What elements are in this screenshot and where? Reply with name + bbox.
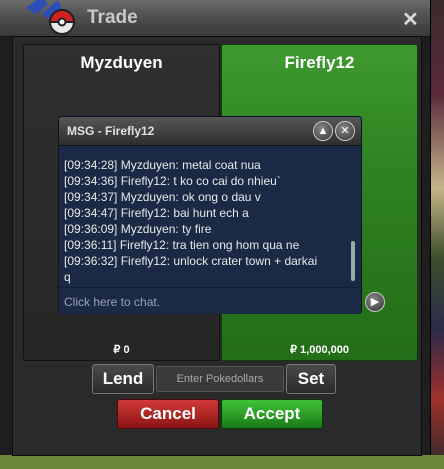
chat-line: [09:36:32] Firefly12: unlock crater town…: [64, 254, 318, 268]
chat-line: [09:34:37] Myzduyen: ok ong o dau v: [64, 190, 261, 204]
money-left: ₽ 0: [113, 344, 130, 356]
window-title: Trade: [87, 7, 138, 28]
game-background-bottom: [0, 455, 444, 469]
accept-button[interactable]: Accept: [221, 399, 323, 429]
chat-line: q: [64, 270, 71, 284]
chat-header[interactable]: MSG - Firefly12 ▲ ✕: [59, 117, 361, 146]
player-name-right: Firefly12: [284, 53, 355, 72]
game-background-right: [430, 0, 444, 469]
close-icon[interactable]: ✕: [402, 7, 419, 32]
chat-window: MSG - Firefly12 ▲ ✕ [09:34:28] Myzduyen:…: [58, 116, 385, 314]
player-name-left: Myzduyen: [80, 53, 163, 72]
chat-line: [09:34:28] Myzduyen: metal coat nua: [64, 158, 261, 172]
chat-line: [09:36:11] Firefly12: tra tien ong hom q…: [64, 238, 300, 252]
chat-line: [09:34:36] Firefly12: t ko co cai do nhi…: [64, 174, 281, 188]
chat-line: [09:36:09] Myzduyen: ty fire: [64, 222, 212, 236]
title-bar[interactable]: Trade ✕: [0, 0, 430, 37]
lend-button[interactable]: Lend: [92, 364, 154, 394]
arrow-right-icon[interactable]: ▶: [365, 292, 385, 312]
close-icon[interactable]: ✕: [335, 121, 355, 141]
chat-input-placeholder: Click here to chat.: [64, 295, 161, 309]
chat-line: [09:34:47] Firefly12: bai hunt ech a: [64, 206, 249, 220]
money-right: ₽ 1,000,000: [290, 344, 349, 356]
chevron-up-icon[interactable]: ▲: [313, 121, 333, 141]
cancel-button[interactable]: Cancel: [117, 399, 219, 429]
pokedollars-input[interactable]: Enter Pokedollars: [156, 366, 284, 392]
set-button[interactable]: Set: [286, 364, 336, 394]
chat-scrollbar[interactable]: [351, 241, 355, 281]
trade-window: Trade ✕ Myzduyen ₽ 0 Firefly12 ₽ 1,000,0…: [0, 0, 431, 456]
chat-input[interactable]: Click here to chat. ▶: [59, 287, 385, 314]
chat-log[interactable]: [09:34:28] Myzduyen: metal coat nua [09:…: [64, 157, 349, 287]
chat-title: MSG - Firefly12: [67, 124, 155, 138]
